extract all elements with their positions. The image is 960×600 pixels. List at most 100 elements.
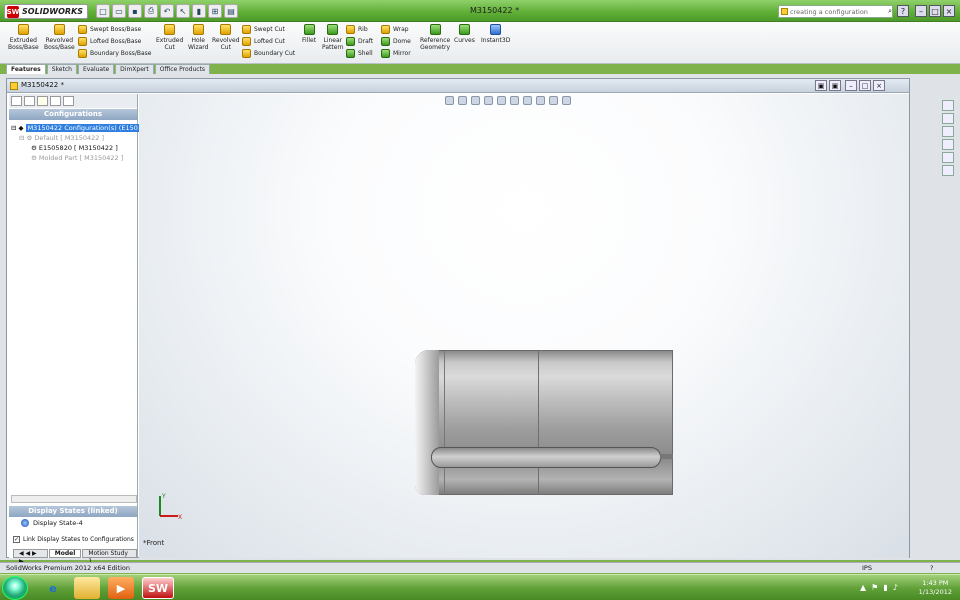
volume-icon[interactable]: ♪ [893, 583, 898, 592]
file-explorer-icon[interactable] [942, 126, 954, 137]
part-body[interactable] [415, 350, 673, 495]
shell-button[interactable]: Shell [346, 47, 373, 59]
options-icon[interactable]: ▤ [224, 4, 238, 18]
tree-item-root[interactable]: M3150422 Configuration(s) (E150 [25, 124, 140, 132]
rib-button[interactable]: Rib [346, 23, 373, 35]
fillet-button[interactable]: Fillet [302, 24, 316, 44]
tab-evaluate[interactable]: Evaluate [77, 64, 115, 74]
linear-pattern-button[interactable]: Linear Pattern [322, 24, 344, 51]
solidworks-icon[interactable]: SW [142, 577, 174, 599]
lofted-cut-label: Lofted Cut [254, 37, 286, 45]
tab-dimxpert[interactable]: DimXpert [115, 64, 154, 74]
feature-manager-tab-icon[interactable] [11, 96, 22, 106]
zoom-to-area-icon[interactable] [458, 96, 467, 105]
view-orientation-icon[interactable] [497, 96, 506, 105]
ie-icon[interactable]: e [40, 577, 66, 599]
curves-label: Curves [454, 37, 475, 44]
lofted-boss-button[interactable]: Lofted Boss/Base [78, 35, 151, 47]
revolved-boss-button[interactable]: Revolved Boss/Base [44, 24, 75, 51]
undo-icon[interactable]: ↶ [160, 4, 174, 18]
tree-item-default[interactable]: ⊟ ⚙ Default [ M3150422 ] [11, 133, 140, 143]
select-icon[interactable]: ↖ [176, 4, 190, 18]
file-properties-icon[interactable]: ⊞ [208, 4, 222, 18]
panel-horizontal-scrollbar[interactable] [11, 495, 137, 503]
link-display-states-checkbox[interactable]: ✓ Link Display States to Configurations [13, 536, 134, 543]
explorer-icon[interactable] [74, 577, 100, 599]
cascade-icon[interactable]: ▣ [829, 80, 841, 91]
swept-boss-label: Swept Boss/Base [90, 25, 142, 33]
help-button[interactable]: ? [897, 5, 909, 17]
lofted-cut-button[interactable]: Lofted Cut [242, 35, 295, 47]
previous-view-icon[interactable] [471, 96, 480, 105]
open-folder-icon[interactable]: ▭ [112, 4, 126, 18]
tree-item-molded-part[interactable]: ⚙ Molded Part [ M3150422 ] [11, 153, 140, 163]
draft-button[interactable]: Draft [346, 35, 373, 47]
curves-button[interactable]: Curves [454, 24, 475, 44]
home-icon[interactable] [942, 100, 954, 111]
wrap-button[interactable]: Wrap [381, 23, 411, 35]
tree-item-e1505820[interactable]: ⚙ E1505820 [ M3150422 ] [11, 143, 140, 153]
tab-sketch[interactable]: Sketch [46, 64, 77, 74]
appearances-icon[interactable] [942, 152, 954, 163]
apply-scene-icon[interactable] [549, 96, 558, 105]
doc-restore-icon[interactable]: □ [859, 80, 871, 91]
close-button[interactable]: × [943, 5, 955, 17]
instant3d-button[interactable]: Instant3D [481, 24, 510, 44]
help-status-icon[interactable]: ? [930, 563, 933, 573]
search-box[interactable]: creating a configuration ⌕ [778, 5, 893, 18]
display-state-item[interactable]: Display State-4 [21, 519, 83, 527]
zoom-to-fit-icon[interactable] [445, 96, 454, 105]
view-palette-icon[interactable] [942, 139, 954, 150]
command-tabs: Features Sketch Evaluate DimXpert Office… [6, 64, 211, 74]
revolved-cut-button[interactable]: Revolved Cut [212, 24, 240, 51]
clock[interactable]: 1:43 PM 1/13/2012 [919, 579, 952, 597]
new-doc-icon[interactable]: □ [96, 4, 110, 18]
tree-root[interactable]: ⊟ ◆ M3150422 Configuration(s) (E150 [11, 123, 140, 133]
dome-button[interactable]: Dome [381, 35, 411, 47]
custom-properties-icon[interactable] [942, 165, 954, 176]
dimxpert-manager-tab-icon[interactable] [50, 96, 61, 106]
view-settings-icon[interactable] [562, 96, 571, 105]
start-button-icon[interactable] [2, 576, 28, 600]
print-icon[interactable]: ⎙ [144, 4, 158, 18]
tile-icon[interactable]: ▣ [815, 80, 827, 91]
hide-show-items-icon[interactable] [523, 96, 532, 105]
reference-geometry-button[interactable]: Reference Geometry [420, 24, 450, 51]
section-view-icon[interactable] [484, 96, 493, 105]
tab-scroll-arrows[interactable]: ◀ ◀ ▶ ▶ [13, 549, 48, 565]
show-hidden-icons-icon[interactable]: ▲ [860, 583, 866, 592]
swept-boss-button[interactable]: Swept Boss/Base [78, 23, 151, 35]
boundary-boss-icon [78, 48, 87, 58]
search-icon[interactable]: ⌕ [888, 7, 892, 16]
boundary-cut-button[interactable]: Boundary Cut [242, 47, 295, 59]
network-icon[interactable]: ▮ [883, 583, 887, 592]
display-manager-tab-icon[interactable] [63, 96, 74, 106]
configuration-manager-tab-icon[interactable] [37, 96, 48, 106]
minimize-button[interactable]: – [915, 5, 927, 17]
doc-minimize-icon[interactable]: – [845, 80, 857, 91]
property-manager-tab-icon[interactable] [24, 96, 35, 106]
rebuild-icon[interactable]: ▮ [192, 4, 206, 18]
search-input[interactable]: creating a configuration [790, 8, 886, 16]
tab-motion-study[interactable]: Motion Study 1 [82, 549, 137, 565]
mirror-button[interactable]: Mirror [381, 47, 411, 59]
extruded-cut-button[interactable]: Extruded Cut [156, 24, 183, 51]
tab-model[interactable]: Model [48, 549, 82, 558]
extruded-boss-button[interactable]: Extruded Boss/Base [8, 24, 39, 51]
action-center-flag-icon[interactable]: ⚑ [871, 583, 878, 592]
boundary-boss-button[interactable]: Boundary Boss/Base [78, 47, 151, 59]
edit-appearance-icon[interactable] [536, 96, 545, 105]
display-style-icon[interactable] [510, 96, 519, 105]
units-indicator[interactable]: IPS [862, 563, 872, 573]
part-slot-feature[interactable] [431, 447, 661, 468]
tab-office-products[interactable]: Office Products [154, 64, 211, 74]
design-library-icon[interactable] [942, 113, 954, 124]
media-player-icon[interactable]: ▶ [108, 577, 134, 599]
maximize-button[interactable]: □ [929, 5, 941, 17]
save-icon[interactable]: ▪ [128, 4, 142, 18]
tab-features[interactable]: Features [6, 64, 46, 74]
solidworks-logo[interactable]: SW SOLIDWORKS [4, 4, 89, 19]
hole-wizard-button[interactable]: Hole Wizard [188, 24, 208, 51]
swept-cut-button[interactable]: Swept Cut [242, 23, 295, 35]
doc-close-icon[interactable]: × [873, 80, 885, 91]
